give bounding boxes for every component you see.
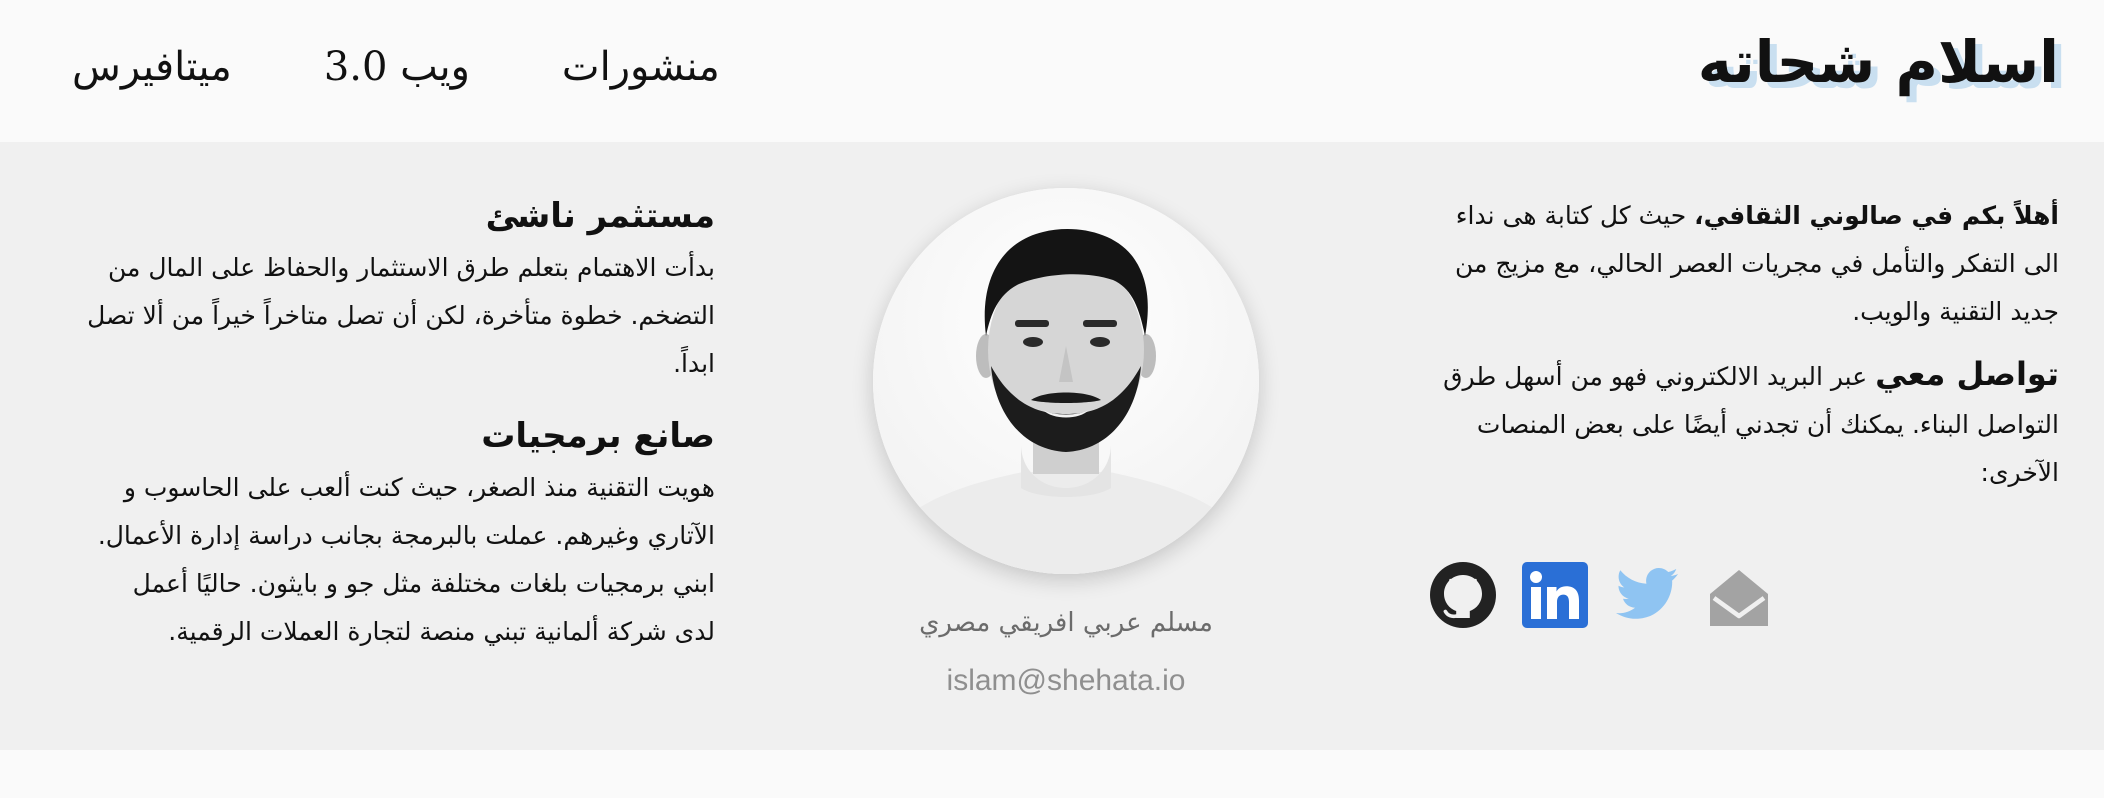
contact-paragraph: تواصل معي عبر البريد الالكتروني فهو من أ… <box>1419 350 2059 497</box>
welcome-strong: أهلاً بكم في صالوني الثقافي، <box>1694 201 2059 230</box>
avatar <box>873 188 1259 574</box>
profile-photo <box>873 188 1259 574</box>
github-icon[interactable] <box>1428 560 1498 630</box>
welcome-paragraph: أهلاً بكم في صالوني الثقافي، حيث كل كتاب… <box>1419 192 2059 336</box>
social-links <box>1428 560 1774 630</box>
site-header: اسلام شحاته ميتافيرس ويب 3.0 منشورات <box>0 0 2104 142</box>
profile-tagline: مسلم عربي افريقي مصري <box>919 608 1213 638</box>
section-title-investor: مستثمر ناشئ <box>485 196 715 236</box>
nav-link-web3[interactable]: ويب 3.0 <box>324 44 470 90</box>
nav-link-posts[interactable]: منشورات <box>562 44 720 90</box>
main-nav: ميتافيرس ويب 3.0 منشورات <box>72 44 720 90</box>
section-body-developer: هويت التقنية منذ الصغر، حيث كنت ألعب على… <box>97 473 715 646</box>
linkedin-icon[interactable] <box>1520 560 1590 630</box>
contact-strong: تواصل معي <box>1875 355 2059 393</box>
site-title[interactable]: اسلام شحاته <box>1698 28 2059 96</box>
bio-column: مستثمر ناشئ بدأت الاهتمام بتعلم طرق الاس… <box>85 188 715 676</box>
intro-column: أهلاً بكم في صالوني الثقافي، حيث كل كتاب… <box>1419 192 2059 511</box>
twitter-icon[interactable] <box>1612 560 1682 630</box>
email-link[interactable]: islam@shehata.io <box>800 664 1332 698</box>
nav-link-metaverse[interactable]: ميتافيرس <box>72 44 232 90</box>
main-content: أهلاً بكم في صالوني الثقافي، حيث كل كتاب… <box>0 142 2104 750</box>
section-body-investor: بدأت الاهتمام بتعلم طرق الاستثمار والحفا… <box>87 253 715 378</box>
section-title-developer: صانع برمجيات <box>481 416 715 456</box>
footer <box>0 750 2104 798</box>
mail-icon[interactable] <box>1704 560 1774 630</box>
